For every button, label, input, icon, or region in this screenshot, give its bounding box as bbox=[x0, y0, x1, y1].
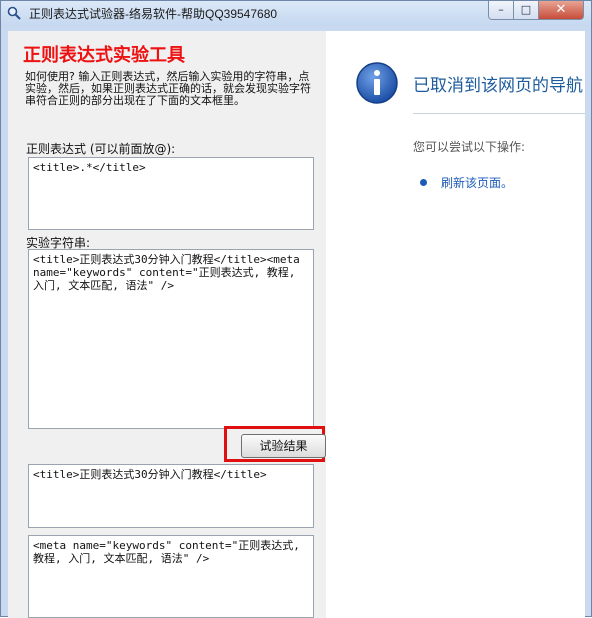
info-icon bbox=[356, 62, 398, 104]
magnifier-icon bbox=[7, 6, 21, 20]
close-button[interactable]: ✕ bbox=[538, 1, 584, 20]
maximize-button[interactable]: □ bbox=[513, 1, 539, 20]
suggestion-heading: 您可以尝试以下操作: bbox=[413, 140, 526, 154]
regex-label: 正则表达式 (可以前面放@): bbox=[26, 142, 176, 156]
regex-input[interactable]: <title>.*</title> bbox=[28, 157, 314, 230]
window-title: 正则表达式试验器-络易软件-帮助QQ39547680 bbox=[29, 7, 278, 21]
run-test-button[interactable]: 试验结果 bbox=[241, 434, 326, 458]
browser-panel: 已取消到该网页的导航 您可以尝试以下操作: 刷新该页面。 bbox=[333, 41, 585, 618]
navigation-cancelled-heading: 已取消到该网页的导航 bbox=[413, 76, 583, 96]
help-text: 如何使用? 输入正则表达式，然后输入实验用的字符串，点实验，然后，如果正则表达式… bbox=[25, 70, 311, 107]
regex-tool-panel: 正则表达式实验工具 如何使用? 输入正则表达式，然后输入实验用的字符串，点实验，… bbox=[8, 31, 326, 618]
result-box-2[interactable]: <meta name="keywords" content="正则表达式, 教程… bbox=[28, 535, 314, 618]
bullet-icon bbox=[420, 179, 427, 186]
result-box-1[interactable]: <title>正则表达式30分钟入门教程</title> bbox=[28, 464, 314, 528]
title-bar: 正则表达式试验器-络易软件-帮助QQ39547680 – □ ✕ bbox=[1, 1, 591, 26]
divider bbox=[413, 113, 585, 114]
minimize-button[interactable]: – bbox=[488, 1, 514, 20]
test-string-input[interactable]: <title>正则表达式30分钟入门教程</title><meta name="… bbox=[28, 249, 314, 429]
client-area: 正则表达式实验工具 如何使用? 输入正则表达式，然后输入实验用的字符串，点实验，… bbox=[8, 31, 585, 618]
app-window: 正则表达式试验器-络易软件-帮助QQ39547680 – □ ✕ 正则表达式实验… bbox=[0, 0, 592, 618]
refresh-link[interactable]: 刷新该页面。 bbox=[441, 174, 513, 191]
app-heading: 正则表达式实验工具 bbox=[23, 45, 185, 66]
